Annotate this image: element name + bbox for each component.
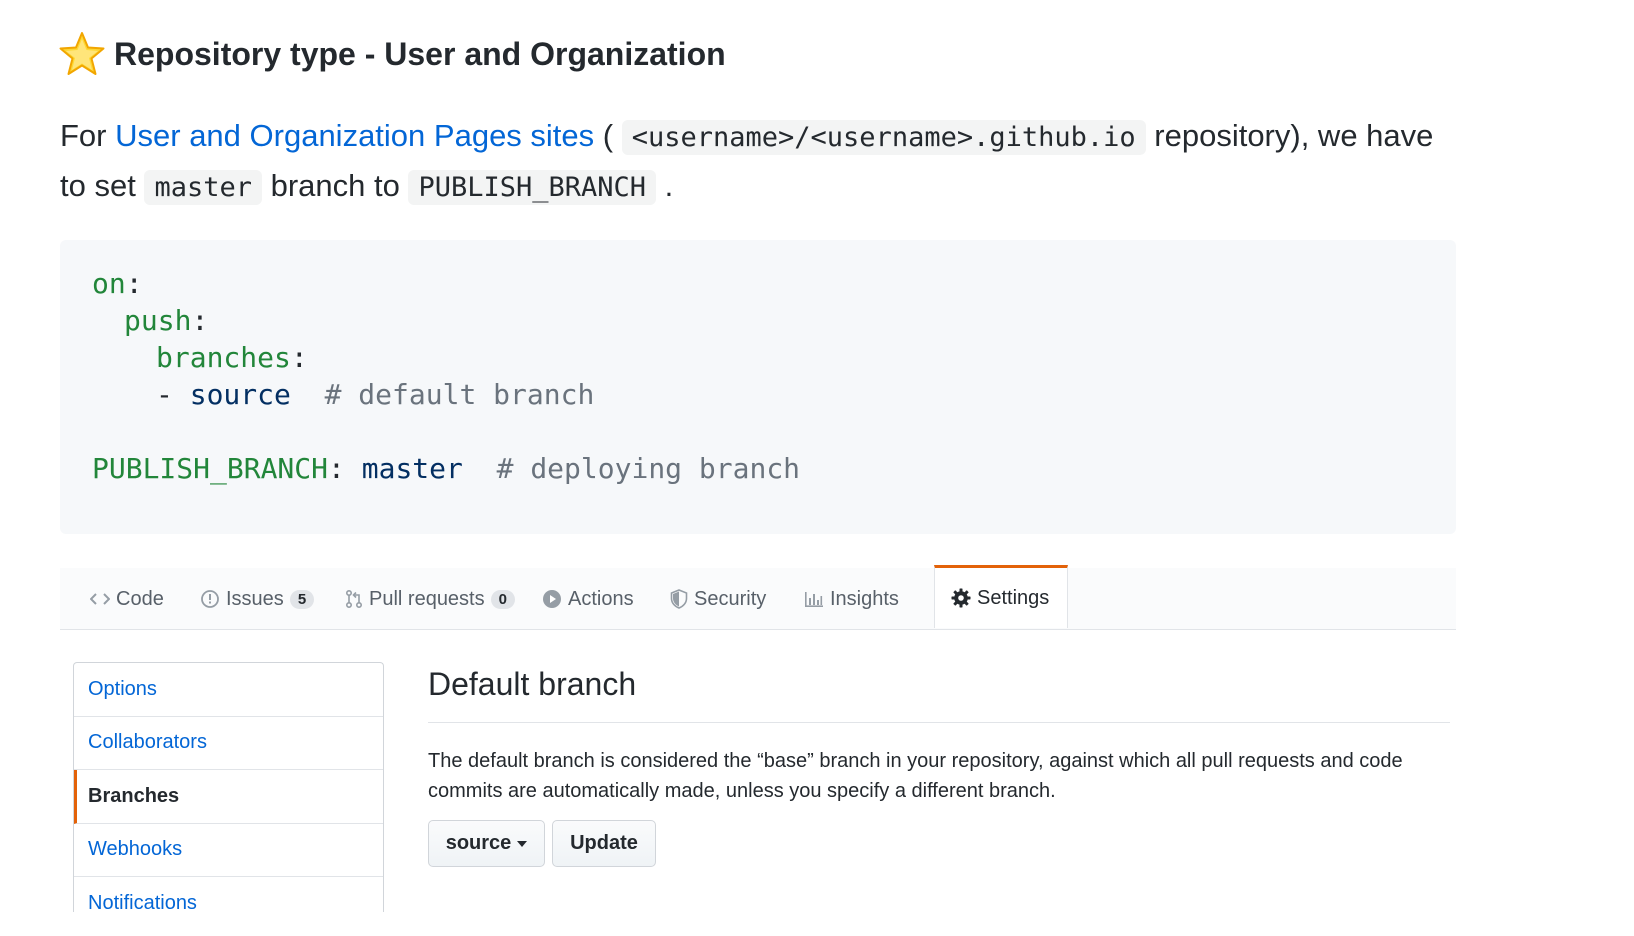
menu-item-notifications[interactable]: Notifications [74, 877, 383, 912]
section-heading: Repository type - User and Organization [58, 30, 726, 78]
tab-insights[interactable]: Insights [804, 568, 899, 630]
caret-down-icon [517, 840, 528, 847]
code-line: push: [124, 304, 209, 337]
code-line: on: [92, 267, 143, 300]
update-button-label: Update [570, 832, 638, 854]
code-line: - source # default branch [156, 378, 595, 411]
graph-icon [805, 592, 823, 607]
pull-request-icon [345, 589, 363, 609]
repo-nav-tabs: Code Issues 5 Pull requests 0 Actions Se… [60, 565, 1456, 630]
tab-pull-requests[interactable]: Pull requests 0 [345, 568, 515, 630]
shield-icon [670, 589, 688, 609]
intro-text: branch to [261, 168, 409, 203]
intro-paragraph: For User and Organization Pages sites ( … [60, 112, 1440, 212]
divider [428, 722, 1450, 723]
issues-counter: 5 [289, 589, 315, 609]
heading-title: Repository type - User and Organization [114, 35, 726, 72]
menu-item-options[interactable]: Options [74, 663, 383, 717]
publish-branch-code: PUBLISH_BRANCH [408, 170, 657, 205]
star-icon [59, 32, 105, 75]
default-branch-description: The default branch is considered the “ba… [428, 750, 1403, 802]
gear-icon [951, 588, 971, 608]
tab-insights-label: Insights [830, 587, 899, 610]
tab-issues[interactable]: Issues 5 [200, 568, 315, 630]
tab-settings[interactable]: Settings [934, 565, 1069, 628]
code-icon [90, 593, 110, 605]
tab-issues-label: Issues [226, 587, 284, 610]
tab-actions-label: Actions [568, 587, 634, 610]
intro-text: ( [594, 118, 622, 153]
menu-item-webhooks[interactable]: Webhooks [74, 824, 383, 877]
pulls-counter: 0 [490, 589, 515, 609]
code-line: PUBLISH_BRANCH: master # deploying branc… [92, 452, 801, 485]
code-line: branches: [156, 341, 308, 374]
tab-code[interactable]: Code [90, 568, 164, 630]
play-icon [543, 590, 561, 608]
tab-code-label: Code [116, 587, 164, 610]
tab-security-label: Security [694, 587, 767, 610]
menu-item-collaborators[interactable]: Collaborators [74, 717, 383, 770]
intro-text: For [60, 118, 116, 153]
tab-security[interactable]: Security [670, 568, 766, 630]
intro-text: . [656, 168, 674, 203]
menu-item-branches[interactable]: Branches [74, 770, 383, 824]
tab-settings-label: Settings [977, 586, 1050, 609]
issue-icon [201, 590, 219, 608]
yaml-code-block: on: push: branches: - source # default b… [60, 240, 1456, 534]
master-branch-code: master [144, 170, 262, 205]
settings-side-menu: Options Collaborators Branches Webhooks … [73, 662, 384, 912]
pages-sites-link[interactable]: User and Organization Pages sites [115, 118, 594, 153]
repo-name-code: <username>/<username>.github.io [621, 120, 1146, 155]
tab-pull-requests-label: Pull requests [369, 587, 485, 610]
branch-select-button[interactable]: source [428, 820, 545, 867]
branch-select-label: source [445, 832, 512, 854]
update-button[interactable]: Update [552, 820, 656, 867]
tab-actions[interactable]: Actions [542, 568, 634, 630]
default-branch-title: Default branch [428, 666, 637, 702]
